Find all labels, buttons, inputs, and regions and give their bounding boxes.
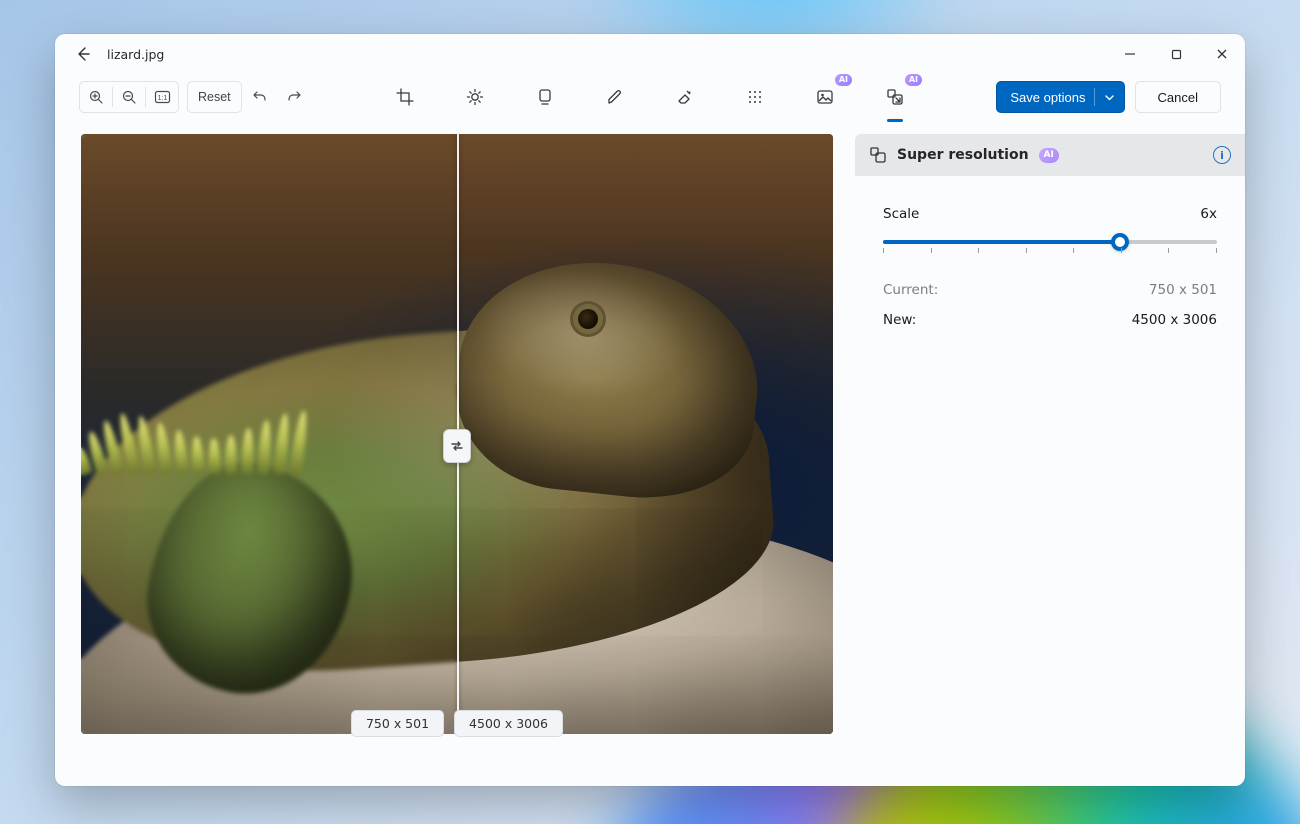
background-blur-tool[interactable] <box>738 80 772 114</box>
image-lizard-eye <box>578 309 598 329</box>
erase-tool[interactable] <box>668 80 702 114</box>
zoom-fit-button[interactable]: 1:1 <box>146 82 178 112</box>
save-options-button[interactable]: Save options <box>996 81 1124 113</box>
reset-button[interactable]: Reset <box>187 81 242 113</box>
original-size-badge: 750 x 501 <box>351 710 444 737</box>
arrow-left-icon <box>75 46 91 62</box>
swap-horizontal-icon <box>449 438 465 454</box>
zoom-out-button[interactable] <box>113 82 145 112</box>
close-button[interactable] <box>1199 34 1245 74</box>
toolbar: 1:1 Reset <box>55 74 1245 126</box>
new-row: New: 4500 x 3006 <box>883 312 1217 328</box>
original-side-overlay <box>81 134 457 734</box>
erase-icon <box>676 88 694 106</box>
current-value: 750 x 501 <box>1149 282 1217 298</box>
zoom-in-button[interactable] <box>80 82 112 112</box>
cancel-button[interactable]: Cancel <box>1135 81 1221 113</box>
super-resolution-icon <box>886 88 904 106</box>
back-button[interactable] <box>69 40 97 68</box>
save-options-label: Save options <box>1010 90 1085 105</box>
zoom-out-icon <box>121 89 137 105</box>
super-resolution-icon <box>869 146 887 164</box>
ai-badge: AI <box>905 74 922 86</box>
new-label: New: <box>883 312 916 328</box>
image-stage: 750 x 501 4500 x 3006 <box>81 134 833 754</box>
zoom-group: 1:1 Reset <box>79 81 310 113</box>
scale-value: 6x <box>1200 206 1217 222</box>
blur-icon <box>746 88 764 106</box>
slider-ticks <box>883 248 1217 253</box>
slider-fill <box>883 240 1120 244</box>
redo-icon <box>286 89 302 105</box>
minimize-button[interactable] <box>1107 34 1153 74</box>
crop-icon <box>396 88 414 106</box>
adjust-tool[interactable] <box>458 80 492 114</box>
cancel-label: Cancel <box>1158 90 1198 105</box>
fit-icon: 1:1 <box>154 90 171 104</box>
maximize-button[interactable] <box>1153 34 1199 74</box>
scale-row: Scale 6x <box>883 206 1217 222</box>
current-row: Current: 750 x 501 <box>883 282 1217 298</box>
ai-badge: AI <box>1039 148 1059 163</box>
comparison-view[interactable] <box>81 134 833 734</box>
new-size-badge: 4500 x 3006 <box>454 710 563 737</box>
super-resolution-tool[interactable]: AI <box>878 80 912 114</box>
generative-edit-tool[interactable]: AI <box>808 80 842 114</box>
crop-tool[interactable] <box>388 80 422 114</box>
window-controls <box>1107 34 1245 74</box>
photos-editor-window: lizard.jpg <box>55 34 1245 786</box>
panel-header: Super resolution AI i <box>855 134 1245 176</box>
scale-label: Scale <box>883 206 919 222</box>
new-value: 4500 x 3006 <box>1132 312 1217 328</box>
size-badges: 750 x 501 4500 x 3006 <box>81 710 833 737</box>
panel-body: Scale 6x Current: 750 x 501 New: 4500 x … <box>855 176 1245 328</box>
pen-icon <box>606 88 624 106</box>
zoom-in-icon <box>88 89 104 105</box>
titlebar: lizard.jpg <box>55 34 1245 74</box>
close-icon <box>1216 48 1228 60</box>
undo-icon <box>252 89 268 105</box>
minimize-icon <box>1124 48 1136 60</box>
filter-icon <box>537 88 553 106</box>
super-resolution-panel: Super resolution AI i Scale 6x Current: … <box>855 134 1245 770</box>
action-group: Save options Cancel <box>996 81 1221 113</box>
current-label: Current: <box>883 282 938 298</box>
comparison-handle[interactable] <box>443 429 471 463</box>
image-ai-icon <box>816 88 834 106</box>
panel-title: Super resolution <box>897 147 1029 163</box>
undo-button[interactable] <box>244 82 276 112</box>
reset-label: Reset <box>198 90 231 104</box>
chevron-down-icon <box>1094 88 1115 106</box>
ai-badge: AI <box>835 74 852 86</box>
edit-tools: AI AI <box>388 80 912 114</box>
markup-tool[interactable] <box>598 80 632 114</box>
brightness-icon <box>466 88 484 106</box>
filter-tool[interactable] <box>528 80 562 114</box>
info-button[interactable]: i <box>1213 146 1231 164</box>
editor-main: 750 x 501 4500 x 3006 Super resolution A… <box>55 126 1245 786</box>
filename-label: lizard.jpg <box>107 47 164 62</box>
maximize-icon <box>1171 49 1182 60</box>
svg-text:1:1: 1:1 <box>157 95 167 102</box>
redo-button[interactable] <box>278 82 310 112</box>
scale-slider[interactable] <box>883 234 1217 258</box>
